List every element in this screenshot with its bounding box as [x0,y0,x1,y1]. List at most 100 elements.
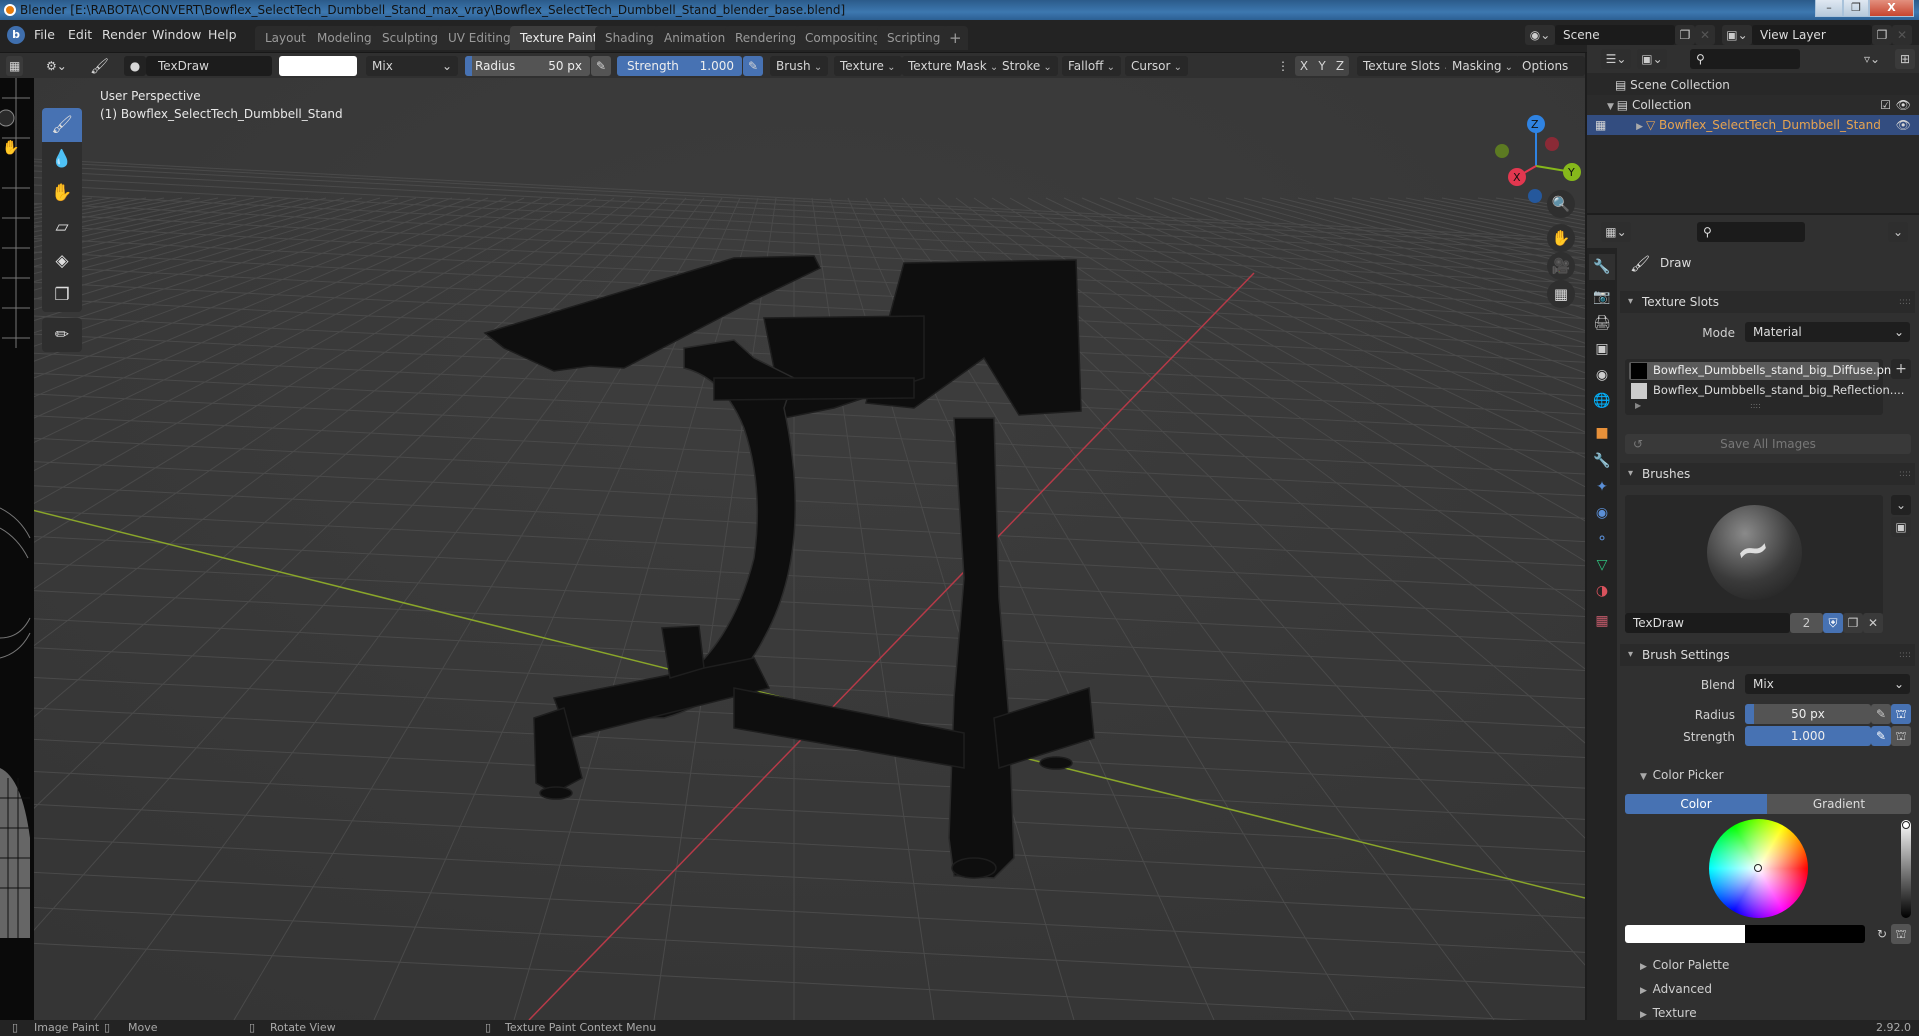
brush-name-field[interactable]: TexDraw [1625,613,1790,633]
cursor-menu[interactable]: Cursor [1125,56,1189,76]
value-slider[interactable] [1901,820,1911,918]
tab-material-icon[interactable]: ◑ [1589,578,1615,604]
brush-name-field[interactable]: TexDraw [146,56,272,76]
mirror-z-toggle[interactable]: Z [1331,56,1349,76]
view-layer-new-icon[interactable]: ❐ [1872,25,1892,45]
value-slider-handle[interactable] [1902,821,1910,829]
tool-fill[interactable]: ◈ [42,244,82,278]
menu-render[interactable]: Render [102,27,147,42]
scene-name-field[interactable]: Scene [1555,25,1675,45]
tool-pivot-icon[interactable]: ⚙⌄ [40,56,73,76]
strength-slider[interactable]: Strength 1.000 [617,56,742,76]
falloff-menu[interactable]: Falloff [1062,56,1121,76]
expand-arrow-icon[interactable]: ▶ [1636,122,1646,132]
primary-color-swatch[interactable] [1625,925,1745,943]
texture-mode-dropdown[interactable]: Material ⌄ [1745,322,1910,342]
brush-preview-icon[interactable]: ● [124,56,146,76]
strength-pressure-icon[interactable]: ✎ [1871,726,1891,746]
texture-slots-panel-header[interactable]: Texture Slots:::: [1620,291,1915,313]
blender-logo-icon[interactable]: b [7,26,25,44]
tab-object-icon[interactable]: ■ [1589,420,1615,446]
brush-image-icon[interactable]: ▣ [1891,517,1911,537]
color-picker-subpanel-header[interactable]: ▼ Color Picker [1640,768,1724,782]
tab-output-icon[interactable]: 🖨 [1589,310,1615,336]
tool-mask[interactable]: ❐ [42,278,82,312]
menu-file[interactable]: File [34,27,55,42]
resize-grip-icon[interactable]: :::: [1750,401,1761,410]
color-wheel[interactable] [1709,819,1808,918]
color-palette-subpanel[interactable]: ▶ Color Palette [1640,958,1729,972]
add-workspace-button[interactable]: + [943,26,968,50]
duplicate-brush-icon[interactable]: ❐ [1843,613,1863,633]
close-button[interactable]: X [1869,0,1914,17]
tool-soften[interactable]: 💧 [42,142,82,176]
menu-window[interactable]: Window [152,27,201,42]
brush-settings-panel-header[interactable]: Brush Settings:::: [1620,644,1915,666]
outliner-collection[interactable]: ▼ ▤ Collection ☑ 👁 [1587,95,1919,115]
blend-dropdown[interactable]: Mix ⌄ [1745,674,1910,694]
brushes-panel-header[interactable]: Brushes:::: [1620,463,1915,485]
tab-modeling[interactable]: Modeling [307,26,382,50]
expand-arrow-icon[interactable]: ▼ [1607,102,1617,112]
drag-grip-icon[interactable]: :::: [1899,291,1911,313]
fake-user-shield-icon[interactable]: ⛨ [1823,613,1843,633]
drag-grip-icon[interactable]: :::: [1899,644,1911,666]
outliner-object-row[interactable]: ▦ ▶ ▽ Bowflex_SelectTech_Dumbbell_Stand … [1587,115,1919,135]
tab-modifiers-icon[interactable]: 🔧 [1589,448,1615,474]
menu-edit[interactable]: Edit [68,27,92,42]
texture-mask-menu[interactable]: Texture Mask [902,56,1005,76]
tab-texture-paint[interactable]: Texture Paint [510,26,608,50]
color-unified-icon[interactable]: ⛫ [1891,924,1911,944]
tab-texture-icon[interactable]: ▦ [1589,608,1615,634]
gradient-tab[interactable]: Gradient [1767,794,1911,814]
scene-browse-icon[interactable]: ◉⌄ [1525,25,1555,45]
radius-slider[interactable]: Radius 50 px [465,56,590,76]
outliner-scene-collection[interactable]: ▤ Scene Collection [1587,75,1919,95]
masking-menu[interactable]: Masking [1446,56,1520,76]
tab-world-icon[interactable]: 🌐 [1589,388,1615,414]
texture-slot-item-selected[interactable]: Bowflex_Dumbbells_stand_big_Diffuse.png [1629,362,1898,380]
unlink-brush-icon[interactable]: ✕ [1863,613,1883,633]
texture-slot-item[interactable]: Bowflex_Dumbbells_stand_big_Reflection..… [1629,382,1904,400]
expand-arrow-icon[interactable]: ▶ [1635,401,1641,410]
filter-icon[interactable]: ▿⌄ [1857,49,1887,69]
tool-draw[interactable]: 🖌 [42,108,82,142]
options-menu[interactable]: Options [1516,56,1585,76]
properties-search-input[interactable]: ⚲ [1697,222,1805,242]
brush-menu[interactable]: Brush [770,56,829,76]
mirror-y-toggle[interactable]: Y [1313,56,1331,76]
radius-pressure-icon[interactable]: ✎ [591,56,611,76]
tool-annotate[interactable]: ✏ [42,318,82,352]
color-wheel-cursor[interactable] [1754,864,1762,872]
tab-scene-icon[interactable]: ◉ [1589,362,1615,388]
eye-icon[interactable]: 👁 [1896,95,1911,115]
strength-unified-icon[interactable]: ⛫ [1891,726,1911,746]
brush-color-swatch[interactable] [279,56,357,76]
image-editor-strip[interactable]: ✋ [0,78,34,1020]
scene-new-icon[interactable]: ❐ [1675,25,1695,45]
brush-preview[interactable]: ~ [1625,495,1883,615]
strength-slider[interactable]: 1.000 [1745,726,1871,746]
tab-particles-icon[interactable]: ✦ [1589,474,1615,500]
tool-smear[interactable]: ✋ [42,176,82,210]
radius-pressure-icon[interactable]: ✎ [1871,704,1891,724]
strength-pressure-icon[interactable]: ✎ [743,56,763,76]
texture-subpanel[interactable]: ▶ Texture [1640,1006,1697,1020]
view-layer-field[interactable]: View Layer [1752,25,1872,45]
maximize-button[interactable]: ❐ [1843,0,1869,17]
new-collection-icon[interactable]: ⊞ [1895,49,1915,69]
tab-compositing[interactable]: Compositing [795,26,891,50]
zoom-view-icon[interactable]: 🔍 [1547,190,1575,218]
scene-delete-icon[interactable]: ✕ [1695,25,1715,45]
color-tab[interactable]: Color [1625,794,1767,814]
3d-viewport[interactable]: 🖌 💧 ✋ ▱ ◈ ❐ ✏ User Perspective (1) Bowfl… [34,78,1585,1020]
brush-users-count[interactable]: 2 [1790,613,1823,633]
properties-editor-type-icon[interactable]: ▦⌄ [1601,222,1631,242]
texture-menu[interactable]: Texture [834,56,902,76]
pan-hand-icon[interactable]: ✋ [1547,224,1575,252]
view-layer-delete-icon[interactable]: ✕ [1892,25,1912,45]
properties-options-dropdown[interactable]: ⌄ [1888,222,1908,242]
tab-render-icon[interactable]: 📷 [1589,284,1615,310]
tab-uv-editing[interactable]: UV Editing [438,26,521,50]
tab-physics-icon[interactable]: ◉ [1589,500,1615,526]
